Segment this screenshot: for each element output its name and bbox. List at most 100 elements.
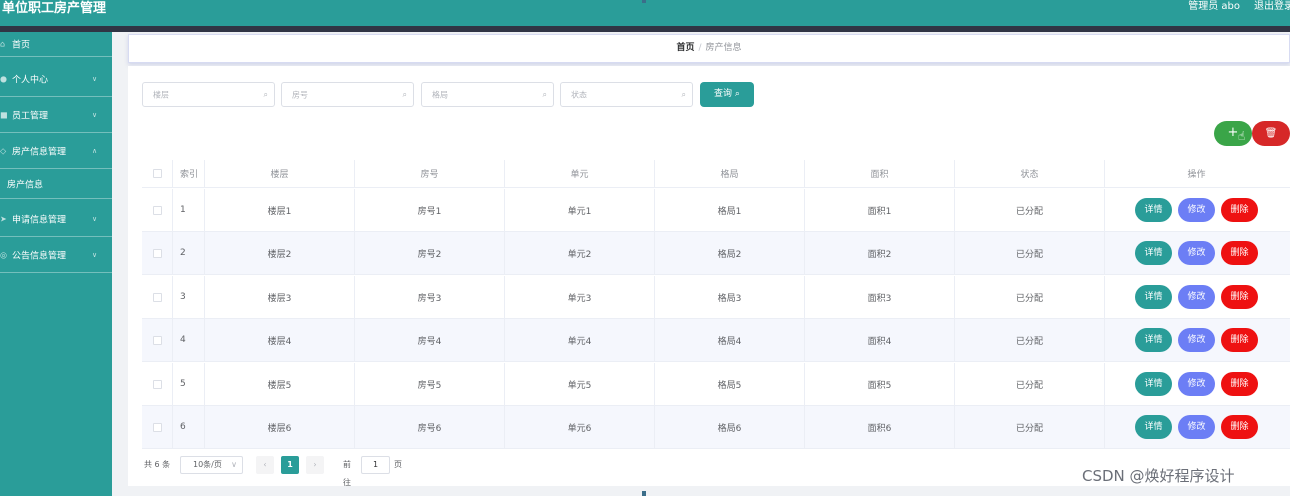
checkbox-icon[interactable] [152,292,162,302]
row-select-cell[interactable] [142,319,173,361]
sidebar-subitem-label: 房产信息 [7,180,44,190]
column-header: 格局 [655,160,805,187]
trash-icon: 🗑 [1264,128,1278,139]
sidebar-item-home[interactable]: ⌂ 首页 [0,32,112,57]
sidebar-item-label: 申请信息管理 [12,215,67,225]
table-row: 1 楼层1 房号1 单元1 格局1 面积1 已分配 详情 修改 删除 [142,189,1290,232]
page-unit-label: 页 [394,460,402,469]
breadcrumb-current: 房产信息 [705,43,742,53]
current-page-button[interactable]: 1 [281,456,299,474]
sidebar-subitem-house-info[interactable]: 房产信息 [0,169,112,199]
room-placeholder: 房号 [292,90,308,99]
room-cell: 房号4 [355,319,505,361]
staff-icon: ■ [0,110,8,119]
watermark: CSDN @焕好程序设计 [1082,467,1235,485]
area-cell: 面积4 [805,319,955,361]
sidebar-item-house-info[interactable]: ◇ 房产信息管理 ∧ [0,133,112,169]
detail-button[interactable]: 详情 [1135,198,1172,222]
checkbox-icon[interactable] [152,205,162,215]
column-header: 状态 [955,160,1105,187]
edit-button[interactable]: 修改 [1178,198,1215,222]
delete-button[interactable]: 删除 [1221,328,1258,352]
sidebar-item-notice[interactable]: ◎ 公告信息管理 ∨ [0,237,112,273]
page-size-select[interactable]: 10条/页 ∨ [180,456,243,474]
next-page-button[interactable]: › [306,456,324,474]
query-button[interactable]: 查询 ⌕ [700,82,754,107]
area-cell: 面积2 [805,232,955,274]
layout-cell: 格局3 [655,276,805,318]
delete-button[interactable]: 删除 [1221,415,1258,439]
row-select-cell[interactable] [142,189,173,231]
unit-cell: 单元2 [505,232,655,274]
row-select-cell[interactable] [142,406,173,448]
checkbox-icon[interactable] [152,248,162,258]
delete-button[interactable]: 删除 [1221,285,1258,309]
sidebar-item-staff[interactable]: ■ 员工管理 ∨ [0,97,112,133]
prev-page-button[interactable]: ‹ [256,456,274,474]
sidebar-item-label: 首页 [12,40,31,51]
detail-button[interactable]: 详情 [1135,415,1172,439]
column-header: 面积 [805,160,955,187]
status-search-input[interactable]: 状态 ⌕ [560,82,693,107]
floor-cell: 楼层6 [205,406,355,448]
detail-button[interactable]: 详情 [1135,372,1172,396]
search-icon: ⌕ [542,89,547,99]
status-placeholder: 状态 [571,90,587,99]
logout-link[interactable]: 退出登录 [1254,0,1290,14]
sidebar-item-label: 员工管理 [12,111,49,121]
status-cell: 已分配 [955,232,1105,274]
room-cell: 房号3 [355,276,505,318]
index-cell: 4 [173,319,205,361]
header-select-all[interactable] [142,160,173,187]
index-cell: 3 [173,276,205,318]
layout-search-input[interactable]: 格局 ⌕ [421,82,554,107]
admin-label: 管理员 abo [1188,1,1240,12]
batch-delete-button[interactable]: 🗑 [1252,121,1290,146]
chevron-down-icon: ∨ [231,460,237,469]
sidebar-item-personal-center[interactable]: ● 个人中心 ∨ [0,61,112,97]
actions-cell: 详情 修改 删除 [1105,406,1288,448]
table-row: 3 楼层3 房号3 单元3 格局3 面积3 已分配 详情 修改 删除 [142,276,1290,319]
chevron-down-icon: ∨ [92,74,98,83]
edit-button[interactable]: 修改 [1178,328,1215,352]
layout-cell: 格局4 [655,319,805,361]
sidebar-item-application[interactable]: ➤ 申请信息管理 ∨ [0,201,112,237]
detail-button[interactable]: 详情 [1135,241,1172,265]
floor-cell: 楼层1 [205,189,355,231]
index-cell: 6 [173,406,205,448]
status-cell: 已分配 [955,189,1105,231]
sidebar-item-label: 公告信息管理 [12,251,67,261]
room-cell: 房号6 [355,406,505,448]
breadcrumb-home[interactable]: 首页 [676,43,694,53]
add-button[interactable]: + ☝ [1214,121,1252,146]
detail-button[interactable]: 详情 [1135,328,1172,352]
edit-button[interactable]: 修改 [1178,372,1215,396]
checkbox-icon[interactable] [152,379,162,389]
unit-cell: 单元4 [505,319,655,361]
delete-button[interactable]: 删除 [1221,198,1258,222]
actions-cell: 详情 修改 删除 [1105,319,1288,361]
edit-button[interactable]: 修改 [1178,415,1215,439]
checkbox-icon[interactable] [152,422,162,432]
detail-button[interactable]: 详情 [1135,285,1172,309]
row-select-cell[interactable] [142,363,173,405]
checkbox-icon[interactable] [152,169,162,178]
row-select-cell[interactable] [142,232,173,274]
area-cell: 面积3 [805,276,955,318]
row-select-cell[interactable] [142,276,173,318]
checkbox-icon[interactable] [152,335,162,345]
delete-button[interactable]: 删除 [1221,372,1258,396]
add-icon: + [1227,125,1239,140]
delete-button[interactable]: 删除 [1221,241,1258,265]
edit-button[interactable]: 修改 [1178,241,1215,265]
unit-cell: 单元3 [505,276,655,318]
goto-page-input[interactable]: 1 [361,456,390,474]
floor-placeholder: 楼层 [153,90,169,99]
edit-button[interactable]: 修改 [1178,285,1215,309]
table-row: 4 楼层4 房号4 单元4 格局4 面积4 已分配 详情 修改 删除 [142,319,1290,362]
layout-cell: 格局5 [655,363,805,405]
room-search-input[interactable]: 房号 ⌕ [281,82,414,107]
actions-cell: 详情 修改 删除 [1105,363,1288,405]
floor-search-input[interactable]: 楼层 ⌕ [142,82,275,107]
floor-cell: 楼层4 [205,319,355,361]
